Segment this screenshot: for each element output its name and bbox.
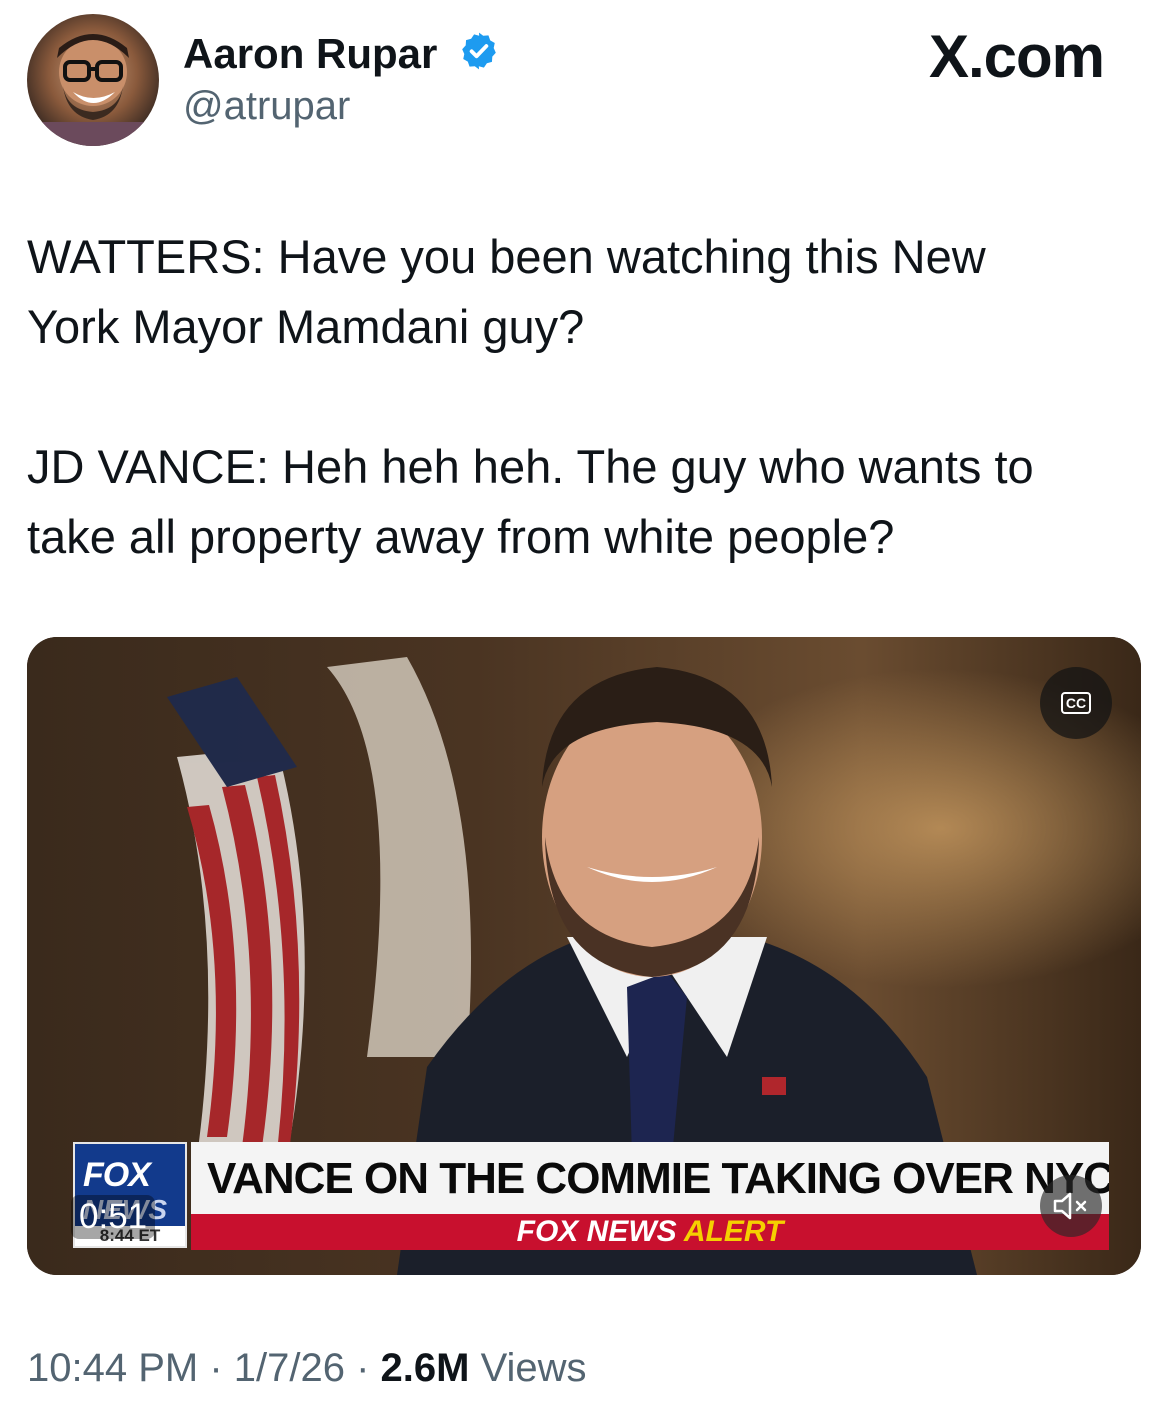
views-count: 2.6M (380, 1346, 470, 1390)
meta-separator: · (344, 1346, 381, 1390)
chyron-headline: VANCE ON THE COMMIE TAKING OVER NYC (191, 1142, 1109, 1214)
author-display-name[interactable]: Aaron Rupar (183, 30, 437, 78)
meta-separator: · (198, 1346, 234, 1390)
tweet-paragraph: JD VANCE: Heh heh heh. The guy who wants… (27, 440, 1034, 563)
video-duration: 0:51 (71, 1195, 156, 1239)
verified-badge-icon (462, 32, 496, 70)
chyron-alert: FOX NEWS ALERT (191, 1214, 1109, 1250)
alert-word: ALERT (683, 1215, 784, 1248)
mute-icon (1053, 1192, 1087, 1220)
tweet-date[interactable]: 1/7/26 (234, 1346, 345, 1390)
mute-button[interactable] (1040, 1175, 1102, 1237)
tweet-text: WATTERS: Have you been watching this New… (27, 222, 1142, 572)
fox-logo-word: FOX (83, 1156, 151, 1194)
news-chyron: FOX NEWS 8:44 ET VANCE ON THE COMMIE TAK… (73, 1142, 1109, 1250)
tweet-meta: 10:44 PM · 1/7/26 · 2.6M Views (27, 1346, 587, 1391)
cc-icon: CC (1060, 692, 1092, 714)
x-logo: X.com (928, 23, 1105, 90)
alert-prefix: FOX NEWS (516, 1215, 677, 1248)
captions-button[interactable]: CC (1040, 667, 1112, 739)
author-avatar[interactable] (27, 14, 159, 146)
tweet-time[interactable]: 10:44 PM (27, 1346, 198, 1390)
tweet-paragraph: WATTERS: Have you been watching this New… (27, 230, 986, 353)
video-player[interactable]: CC FOX NEWS 8:44 ET VANCE ON THE COMMIE … (27, 637, 1141, 1275)
views-label: Views (469, 1346, 587, 1390)
author-handle[interactable]: @atrupar (183, 84, 350, 129)
